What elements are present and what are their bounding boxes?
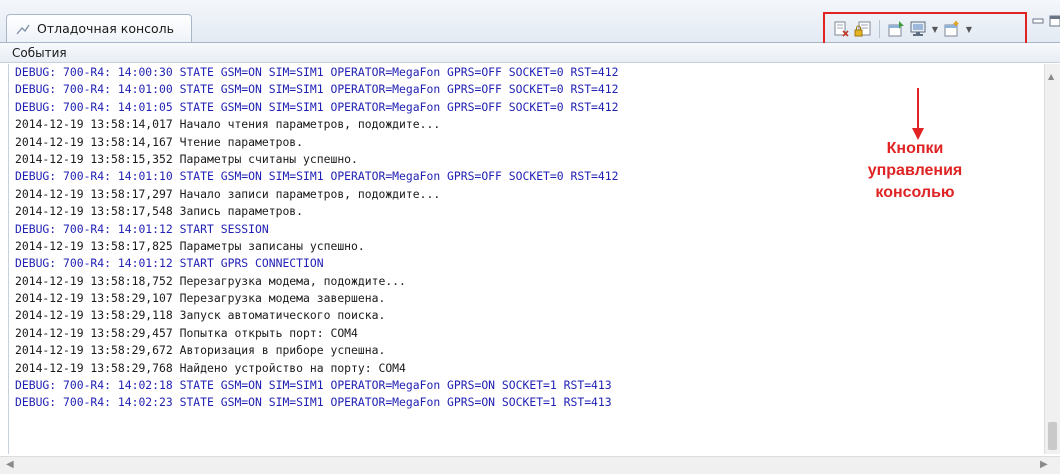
log-line: DEBUG: 700-R4: 14:01:00 STATE GSM=ON SIM… (15, 82, 619, 97)
annotation-line: Кнопки (886, 140, 944, 157)
console-toolbar: ▼ ▼ (823, 12, 1027, 46)
annotation-arrow (912, 88, 924, 140)
log-line: DEBUG: 700-R4: 14:01:05 STATE GSM=ON SIM… (15, 99, 619, 114)
toolbar-separator (879, 20, 880, 38)
pin-console-button[interactable] (886, 19, 906, 39)
clear-console-icon (834, 21, 849, 37)
open-console-button[interactable] (942, 19, 962, 39)
vertical-scrollbar[interactable]: ▲ (1044, 64, 1060, 454)
events-header: События (0, 43, 1060, 63)
scroll-left-icon[interactable]: ◀ (6, 459, 14, 470)
log-line: DEBUG: 700-R4: 14:01:12 START GPRS CONNE… (15, 256, 324, 271)
vertical-scroll-thumb[interactable] (1048, 422, 1057, 450)
annotation-line: консолью (875, 184, 955, 201)
annotation-text: Кнопки управления консолью (840, 138, 990, 204)
maximize-icon (1049, 15, 1060, 27)
log-line: DEBUG: 700-R4: 14:01:12 START SESSION (15, 221, 269, 236)
log-line: DEBUG: 700-R4: 14:00:30 STATE GSM=ON SIM… (15, 65, 619, 79)
log-line: 2014-12-19 13:58:18,752 Перезагрузка мод… (15, 273, 406, 288)
maximize-button[interactable] (1048, 14, 1060, 28)
scroll-lock-button[interactable] (853, 19, 873, 39)
chevron-down-icon: ▼ (965, 24, 973, 34)
log-line: 2014-12-19 13:58:29,118 Запуск автоматич… (15, 308, 386, 323)
scroll-lock-icon (854, 21, 871, 37)
log-line: 2014-12-19 13:58:29,672 Авторизация в пр… (15, 343, 386, 358)
display-console-button[interactable] (908, 19, 928, 39)
log-line: 2014-12-19 13:58:29,768 Найдено устройст… (15, 360, 406, 375)
log-line: 2014-12-19 13:58:29,107 Перезагрузка мод… (15, 291, 386, 306)
open-console-dropdown[interactable]: ▼ (964, 19, 974, 39)
scroll-right-icon[interactable]: ▶ (1040, 459, 1048, 470)
minimize-icon (1032, 18, 1044, 24)
display-console-dropdown[interactable]: ▼ (930, 19, 940, 39)
log-line: DEBUG: 700-R4: 14:02:18 STATE GSM=ON SIM… (15, 378, 612, 393)
tab-debug-console[interactable]: Отладочная консоль (6, 14, 192, 42)
annotation-line: управления (867, 162, 963, 179)
log-line: 2014-12-19 13:58:14,017 Начало чтения па… (15, 117, 441, 132)
display-console-icon (910, 21, 926, 36)
log-line: 2014-12-19 13:58:17,548 Запись параметро… (15, 204, 304, 219)
tab-bar: Отладочная консоль ▼ ▼ (0, 0, 1060, 46)
horizontal-scrollbar[interactable]: ◀ ▶ (0, 456, 1060, 474)
log-line: 2014-12-19 13:58:29,457 Попытка открыть … (15, 325, 358, 340)
minimize-button[interactable] (1031, 14, 1045, 28)
clear-console-button[interactable] (831, 19, 851, 39)
pin-console-icon (888, 21, 904, 37)
open-console-icon (944, 21, 959, 37)
console-view-icon (16, 24, 30, 34)
chevron-down-icon: ▼ (931, 24, 939, 34)
tab-title: Отладочная консоль (37, 21, 175, 36)
log-line: DEBUG: 700-R4: 14:02:23 STATE GSM=ON SIM… (15, 395, 612, 410)
scroll-up-icon[interactable]: ▲ (1048, 72, 1054, 81)
log-line: 2014-12-19 13:58:17,825 Параметры записа… (15, 238, 365, 253)
console-log[interactable]: DEBUG: 700-R4: 14:00:30 STATE GSM=ON SIM… (8, 64, 1045, 454)
